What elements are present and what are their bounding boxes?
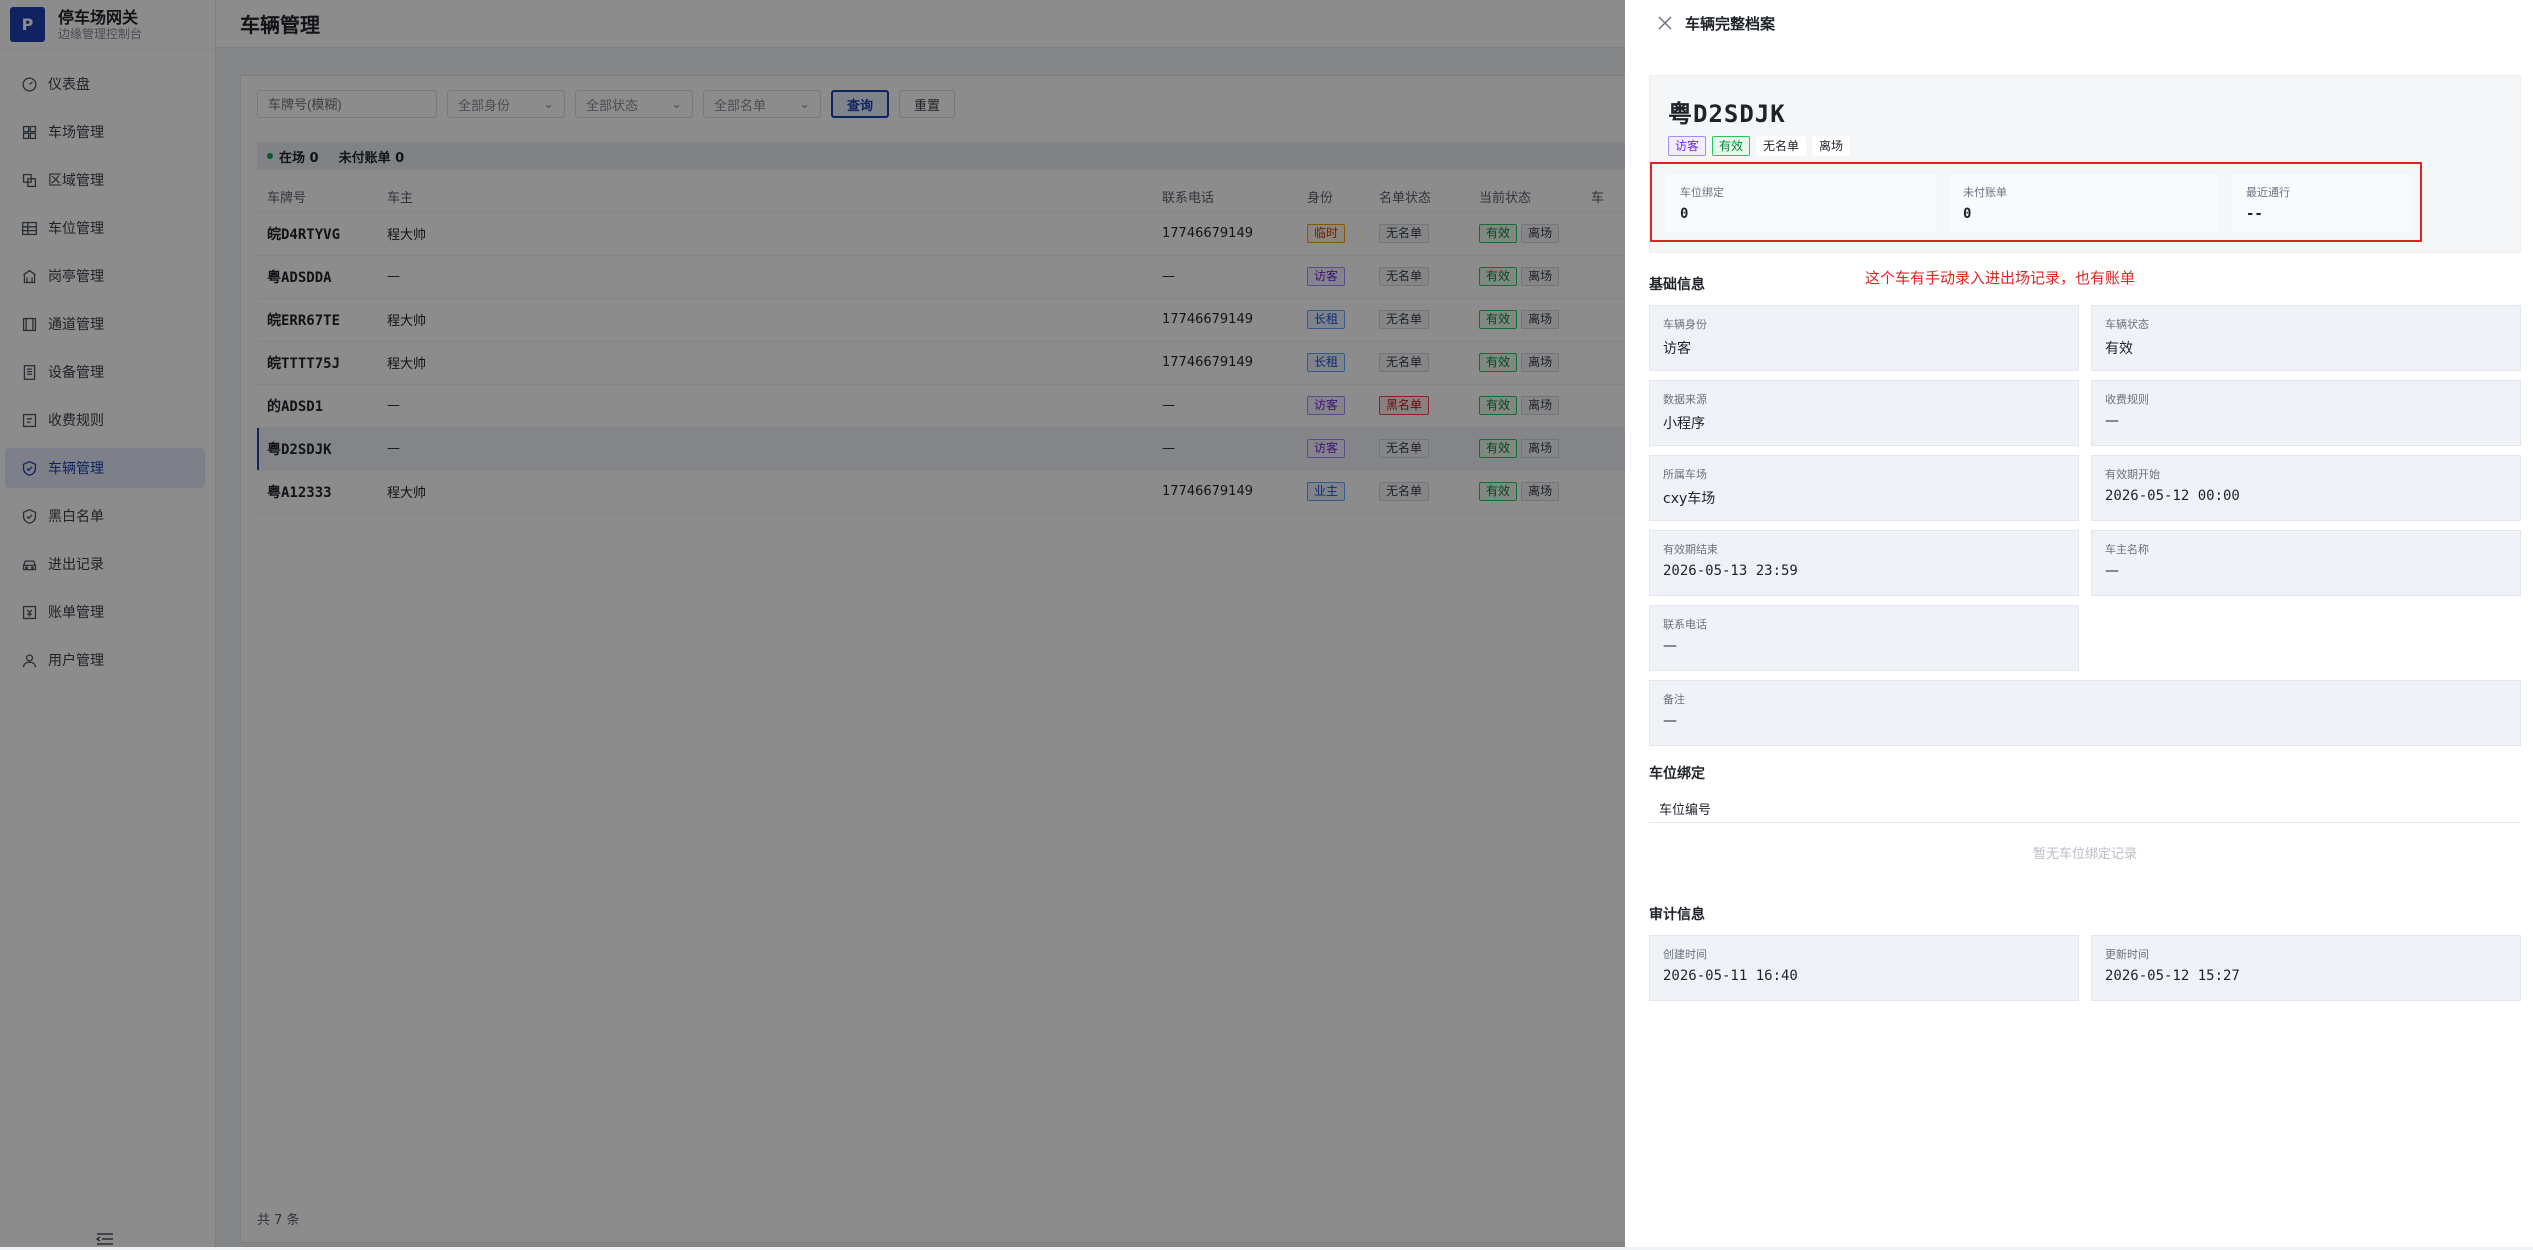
field-phone: 联系电话 — bbox=[1649, 605, 2079, 671]
app-root: P 停车场网关 边缘管理控制台 仪表盘 车场管理 区域管理 车位管理 岗亭管理 … bbox=[0, 0, 2533, 1247]
vehicle-profile-drawer: 车辆完整档案 粤D2SDJK 访客 有效 无名单 离场 车位绑定 0 未付账单 … bbox=[1625, 0, 2533, 1247]
stat-bindings: 车位绑定 0 bbox=[1666, 174, 1936, 232]
audit-section-title: 审计信息 bbox=[1649, 907, 1705, 923]
field-owner-name: 车主名称 — bbox=[2091, 530, 2521, 596]
close-icon[interactable] bbox=[1655, 13, 1675, 33]
field-status: 车辆状态 有效 bbox=[2091, 305, 2521, 371]
field-valid-start: 有效期开始 2026-05-12 00:00 bbox=[2091, 455, 2521, 521]
modal-overlay[interactable] bbox=[0, 0, 1625, 1247]
drawer-title: 车辆完整档案 bbox=[1685, 14, 1776, 33]
drawer-header: 车辆完整档案 bbox=[1625, 0, 2533, 46]
stat-unpaid: 未付账单 0 bbox=[1949, 174, 2219, 232]
field-updated-at: 更新时间 2026-05-12 15:27 bbox=[2091, 935, 2521, 1001]
vehicle-tags: 访客 有效 无名单 离场 bbox=[1668, 136, 1851, 156]
binding-section-title: 车位绑定 bbox=[1649, 766, 1705, 782]
state-badge: 离场 bbox=[1812, 136, 1851, 156]
field-lot: 所属车场 cxy车场 bbox=[1649, 455, 2079, 521]
vehicle-plate: 粤D2SDJK bbox=[1668, 100, 1786, 128]
field-created-at: 创建时间 2026-05-11 16:40 bbox=[1649, 935, 2079, 1001]
list-badge: 无名单 bbox=[1756, 136, 1807, 156]
field-remark: 备注 — bbox=[1649, 680, 2521, 746]
stats-highlight-box: 车位绑定 0 未付账单 0 最近通行 -- bbox=[1650, 162, 2422, 242]
field-valid-end: 有效期结束 2026-05-13 23:59 bbox=[1649, 530, 2079, 596]
basic-info-title: 基础信息 bbox=[1649, 277, 1705, 293]
valid-badge: 有效 bbox=[1712, 136, 1751, 156]
field-rule: 收费规则 — bbox=[2091, 380, 2521, 446]
binding-table-header: 车位编号 bbox=[1649, 795, 2521, 823]
annotation-note: 这个车有手动录入进出场记录，也有账单 bbox=[1865, 269, 2136, 287]
vehicle-summary-card: 粤D2SDJK 访客 有效 无名单 离场 车位绑定 0 未付账单 0 最近通行 … bbox=[1649, 75, 2521, 253]
binding-empty-text: 暂无车位绑定记录 bbox=[2032, 847, 2137, 862]
field-identity: 车辆身份 访客 bbox=[1649, 305, 2079, 371]
field-source: 数据来源 小程序 bbox=[1649, 380, 2079, 446]
identity-badge: 访客 bbox=[1668, 136, 1707, 156]
stat-last-pass: 最近通行 -- bbox=[2232, 174, 2412, 232]
